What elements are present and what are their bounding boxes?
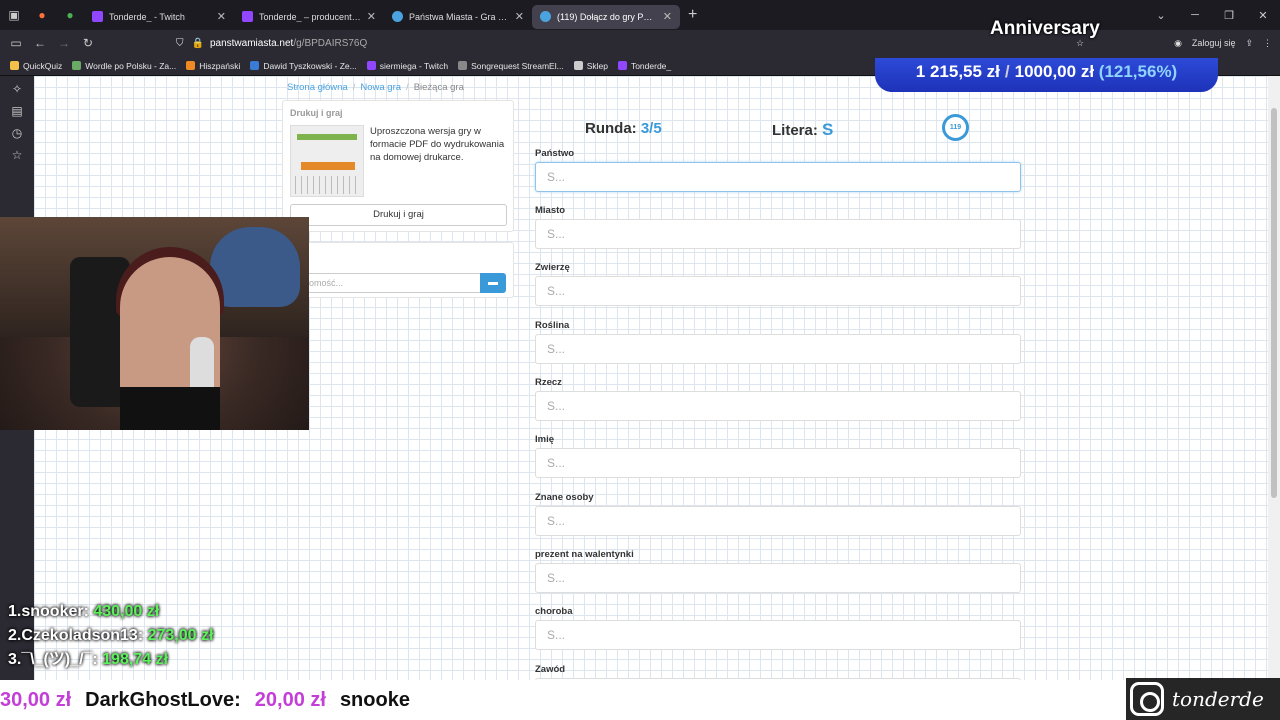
- field-zwierze: Zwierzę S...: [535, 262, 1021, 306]
- twitch-icon: [92, 11, 103, 22]
- answer-input[interactable]: S...: [535, 506, 1021, 536]
- instagram-badge: tonderde: [1126, 678, 1280, 720]
- close-window-icon[interactable]: ✕: [1246, 9, 1280, 22]
- answer-input[interactable]: S...: [535, 563, 1021, 593]
- field-znane-osoby: Znane osoby S...: [535, 492, 1021, 536]
- answer-input[interactable]: S...: [535, 219, 1021, 249]
- answer-input[interactable]: S...: [535, 276, 1021, 306]
- breadcrumb-current: Bieżąca gra: [413, 82, 464, 93]
- chrome-icon: ●: [66, 8, 74, 22]
- lock-icon: 🔒: [191, 37, 204, 49]
- countdown-timer: 119: [942, 114, 969, 141]
- print-panel-header: Drukuj i graj: [290, 108, 343, 118]
- breadcrumb-new-game[interactable]: Nowa gra: [360, 82, 401, 93]
- shield-icon[interactable]: ⛉: [176, 38, 184, 49]
- restore-icon[interactable]: ❐: [1212, 9, 1246, 22]
- round-indicator: Runda: 3/5: [585, 120, 662, 137]
- letter-indicator: Litera: S: [772, 120, 834, 139]
- anniversary-title: Anniversary: [990, 18, 1100, 39]
- history-icon[interactable]: ◷: [12, 126, 22, 140]
- answer-input[interactable]: S...: [535, 162, 1021, 192]
- message-icon: ▬: [488, 277, 498, 288]
- close-icon[interactable]: ✕: [515, 10, 524, 23]
- breadcrumb: Strona główna / Nowa gra / Bieżąca gra: [287, 82, 464, 93]
- chevron-down-icon[interactable]: ⌄: [1144, 9, 1178, 22]
- print-preview-image: [290, 125, 364, 197]
- answer-input[interactable]: S...: [535, 448, 1021, 478]
- donation-ticker: 30,00 zł DarkGhostLove: 20,00 zł snooke: [0, 680, 1280, 720]
- chat-send-button[interactable]: ▬: [480, 273, 506, 293]
- account-icon: ◉: [1174, 37, 1182, 48]
- bookmark-icon: [250, 61, 260, 70]
- list-item: 3.¯\_(ツ)_/¯: 198,74 zł: [8, 651, 168, 668]
- bookmark-icon: [10, 61, 19, 70]
- tab-overview-icon[interactable]: ▣: [0, 0, 28, 30]
- firefox-icon: ●: [38, 8, 46, 22]
- print-panel-description: Uproszczona wersja gry w formacie PDF do…: [370, 126, 505, 163]
- bookmark-wordle[interactable]: Wordle po Polsku - Za...: [72, 61, 176, 71]
- bookmark-icon: [458, 61, 468, 70]
- globe-icon: [540, 11, 551, 22]
- print-panel: Drukuj i graj Uproszczona wersja gry w f…: [282, 100, 514, 232]
- field-imie: Imię S...: [535, 434, 1021, 478]
- instagram-icon: [1130, 682, 1164, 716]
- bookmark-songrequest[interactable]: Songrequest StreamEl...: [458, 61, 564, 71]
- sidebar-toggle-icon[interactable]: ▭: [4, 36, 28, 50]
- bookmark-dawid[interactable]: Dawid Tyszkowski - Ze...: [250, 61, 357, 71]
- list-item: 1.snooker: 430,00 zł: [8, 603, 160, 620]
- reload-icon[interactable]: ↻: [76, 36, 100, 50]
- field-prezent: prezent na walentynki S...: [535, 549, 1021, 593]
- login-button[interactable]: Zaloguj się: [1192, 38, 1236, 48]
- ai-sparkle-icon[interactable]: ✧: [12, 82, 22, 96]
- field-panstwo: Państwo S...: [535, 148, 1021, 192]
- bookmark-tonderde[interactable]: Tonderde_: [617, 61, 671, 71]
- bookmark-siermiega[interactable]: siermiega - Twitch: [366, 61, 448, 71]
- close-icon[interactable]: ✕: [663, 10, 672, 23]
- back-icon[interactable]: ←: [28, 36, 52, 50]
- close-icon[interactable]: ✕: [217, 10, 226, 23]
- tab-panstwa-miasta[interactable]: Państwa Miasta - Gra online ✕: [384, 5, 532, 29]
- answer-input[interactable]: S...: [535, 391, 1021, 421]
- answer-input[interactable]: S...: [535, 334, 1021, 364]
- breadcrumb-home[interactable]: Strona główna: [287, 82, 348, 93]
- close-icon[interactable]: ✕: [367, 10, 376, 23]
- scrollbar-thumb[interactable]: [1271, 108, 1277, 498]
- bookmark-icon: [186, 61, 196, 70]
- field-rzecz: Rzecz S...: [535, 377, 1021, 421]
- list-item: 2.Czekoladson13: 273,00 zł: [8, 627, 214, 644]
- menu-icon[interactable]: ⋮: [1263, 38, 1272, 49]
- tab-producer[interactable]: Tonderde_ – producent wideo ✕: [234, 5, 384, 29]
- field-choroba: choroba S...: [535, 606, 1021, 650]
- nav-right-tools: ☆ ◉ Zaloguj się ⇪ ⋮: [1076, 30, 1272, 56]
- url-bar[interactable]: ⛉ 🔒 panstwamiasta.net/g/BPDAIRS76Q: [176, 33, 1086, 53]
- chat-panel: adomość... ▬: [282, 242, 514, 298]
- donation-goal-bar: 1 215,55 zł/1000,00 zł (121,56%): [875, 58, 1218, 92]
- bookmark-icon: [573, 61, 583, 70]
- bookmark-icon: [617, 61, 627, 70]
- tab-join-game[interactable]: (119) Dołącz do gry Państwa M ✕: [532, 4, 680, 29]
- field-roslina: Roślina S...: [535, 320, 1021, 364]
- twitch-icon: [242, 11, 253, 22]
- new-tab-icon[interactable]: +: [688, 6, 697, 24]
- forward-icon[interactable]: →: [52, 36, 76, 50]
- chat-message-input[interactable]: adomość...: [290, 273, 480, 293]
- window-controls: ⌄ ─ ❐ ✕: [1144, 0, 1280, 30]
- field-miasto: Miasto S...: [535, 205, 1021, 249]
- field-zawod: Zawód: [535, 664, 1021, 680]
- bookmark-hiszpanski[interactable]: Hiszpański: [186, 61, 240, 71]
- bookmarks-star-icon[interactable]: ☆: [12, 148, 23, 162]
- bookmark-icon: [366, 61, 376, 70]
- answer-input[interactable]: S...: [535, 620, 1021, 650]
- top-donors-list: 1.snooker: 430,00 zł 2.Czekoladson13: 27…: [8, 600, 213, 672]
- bookmark-icon: [72, 61, 82, 70]
- minimize-icon[interactable]: ─: [1178, 9, 1212, 21]
- print-and-play-button[interactable]: Drukuj i graj: [290, 204, 507, 226]
- tab-twitch[interactable]: Tonderde_ - Twitch ✕: [84, 5, 234, 29]
- globe-icon: [392, 11, 403, 22]
- webcam-feed: [0, 217, 309, 430]
- bookmark-sklep[interactable]: Sklep: [573, 61, 608, 71]
- synced-tabs-icon[interactable]: ▤: [11, 104, 22, 118]
- bookmark-quickquiz[interactable]: QuickQuiz: [10, 61, 62, 71]
- extensions-icon[interactable]: ⇪: [1245, 38, 1253, 49]
